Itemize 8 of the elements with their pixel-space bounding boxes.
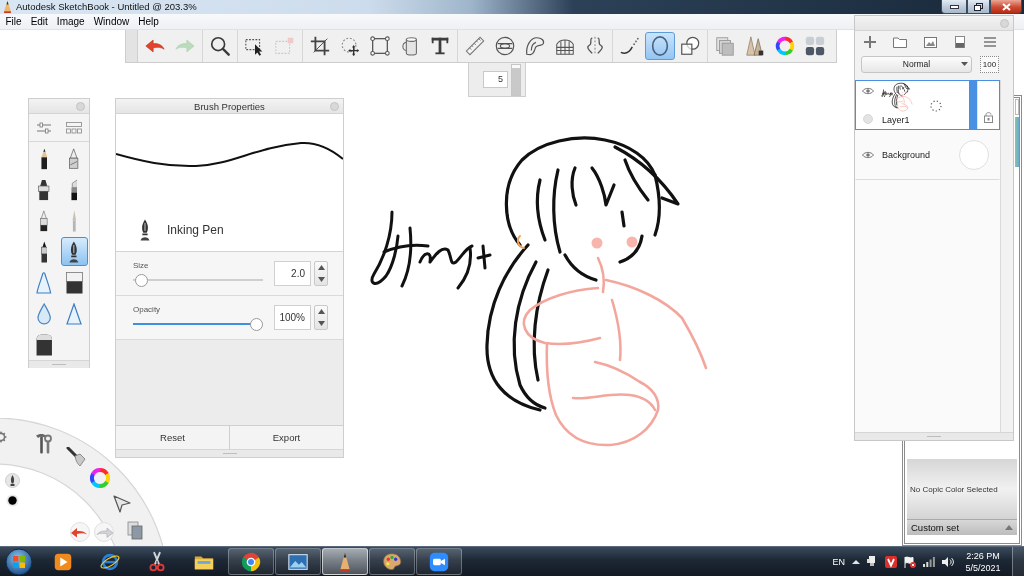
slider-label: Opacity	[133, 304, 162, 314]
panel-title: Brush Properties	[194, 100, 265, 112]
layer-name: Background	[881, 150, 931, 160]
status-text: No Copic Color Selected	[910, 484, 998, 494]
slider-label: Size	[133, 260, 150, 270]
window-title: Autodesk SketchBook - Untitled @ 203.3%	[16, 1, 197, 13]
brush-name: Inking Pen	[167, 223, 224, 237]
layer-name: Layer1	[881, 115, 911, 125]
